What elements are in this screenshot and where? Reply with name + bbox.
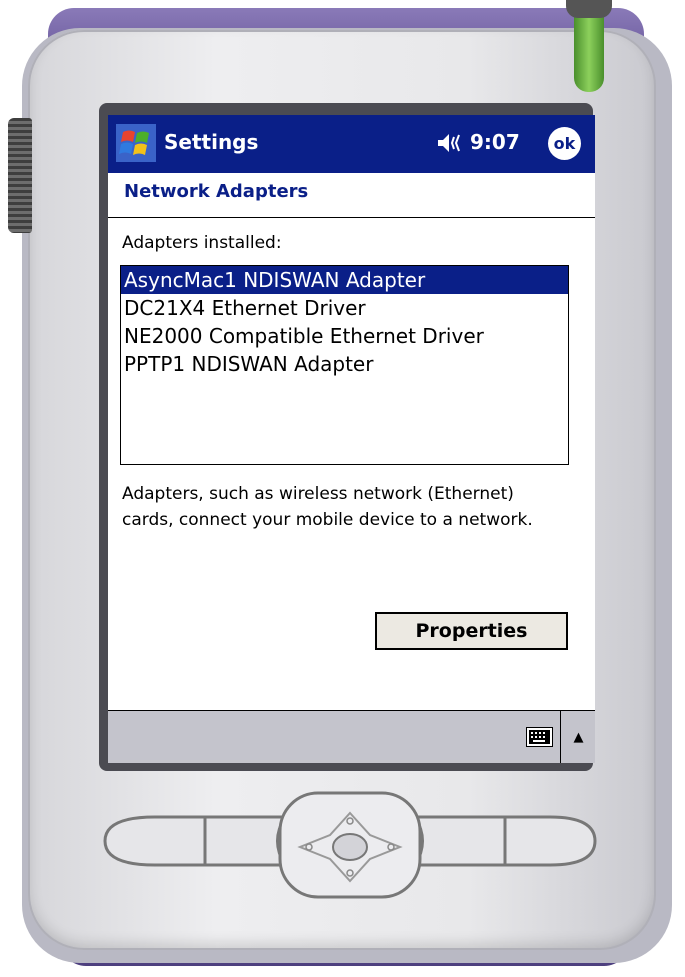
page-title: Network Adapters [124, 181, 309, 202]
hw-button-left-inner[interactable] [203, 815, 288, 867]
heading-divider [108, 217, 595, 218]
list-item[interactable]: NE2000 Compatible Ethernet Driver [121, 322, 568, 350]
adapters-listbox[interactable]: AsyncMac1 NDISWAN Adapter DC21X4 Etherne… [120, 265, 569, 465]
speaker-icon[interactable] [436, 132, 464, 154]
hw-button-left-outer[interactable] [103, 815, 207, 867]
properties-button[interactable]: Properties [375, 612, 568, 650]
adapters-list-label: Adapters installed: [122, 233, 282, 253]
keyboard-icon[interactable] [526, 727, 553, 747]
app-title: Settings [164, 130, 259, 154]
list-item[interactable]: PPTP1 NDISWAN Adapter [121, 350, 568, 378]
menu-bar: ▲ [108, 710, 595, 763]
navigation-bar: Settings 9:07 ok [108, 115, 595, 173]
ok-button[interactable]: ok [548, 127, 581, 160]
list-item[interactable]: DC21X4 Ethernet Driver [121, 294, 568, 322]
hardware-buttons [103, 791, 597, 899]
hw-button-right-inner[interactable] [412, 815, 507, 867]
dpad-center-button[interactable] [332, 833, 368, 861]
windows-flag-icon[interactable] [116, 124, 156, 162]
stylus-cap [566, 0, 612, 18]
sip-toggle-button[interactable]: ▲ [560, 711, 595, 763]
hw-button-right-outer[interactable] [503, 815, 597, 867]
list-item[interactable]: AsyncMac1 NDISWAN Adapter [121, 266, 568, 294]
description-text: Adapters, such as wireless network (Ethe… [122, 484, 533, 530]
screen: Settings 9:07 ok Network Adapters Adapte… [108, 115, 595, 763]
jog-wheel[interactable] [8, 118, 32, 233]
clock[interactable]: 9:07 [470, 130, 520, 154]
